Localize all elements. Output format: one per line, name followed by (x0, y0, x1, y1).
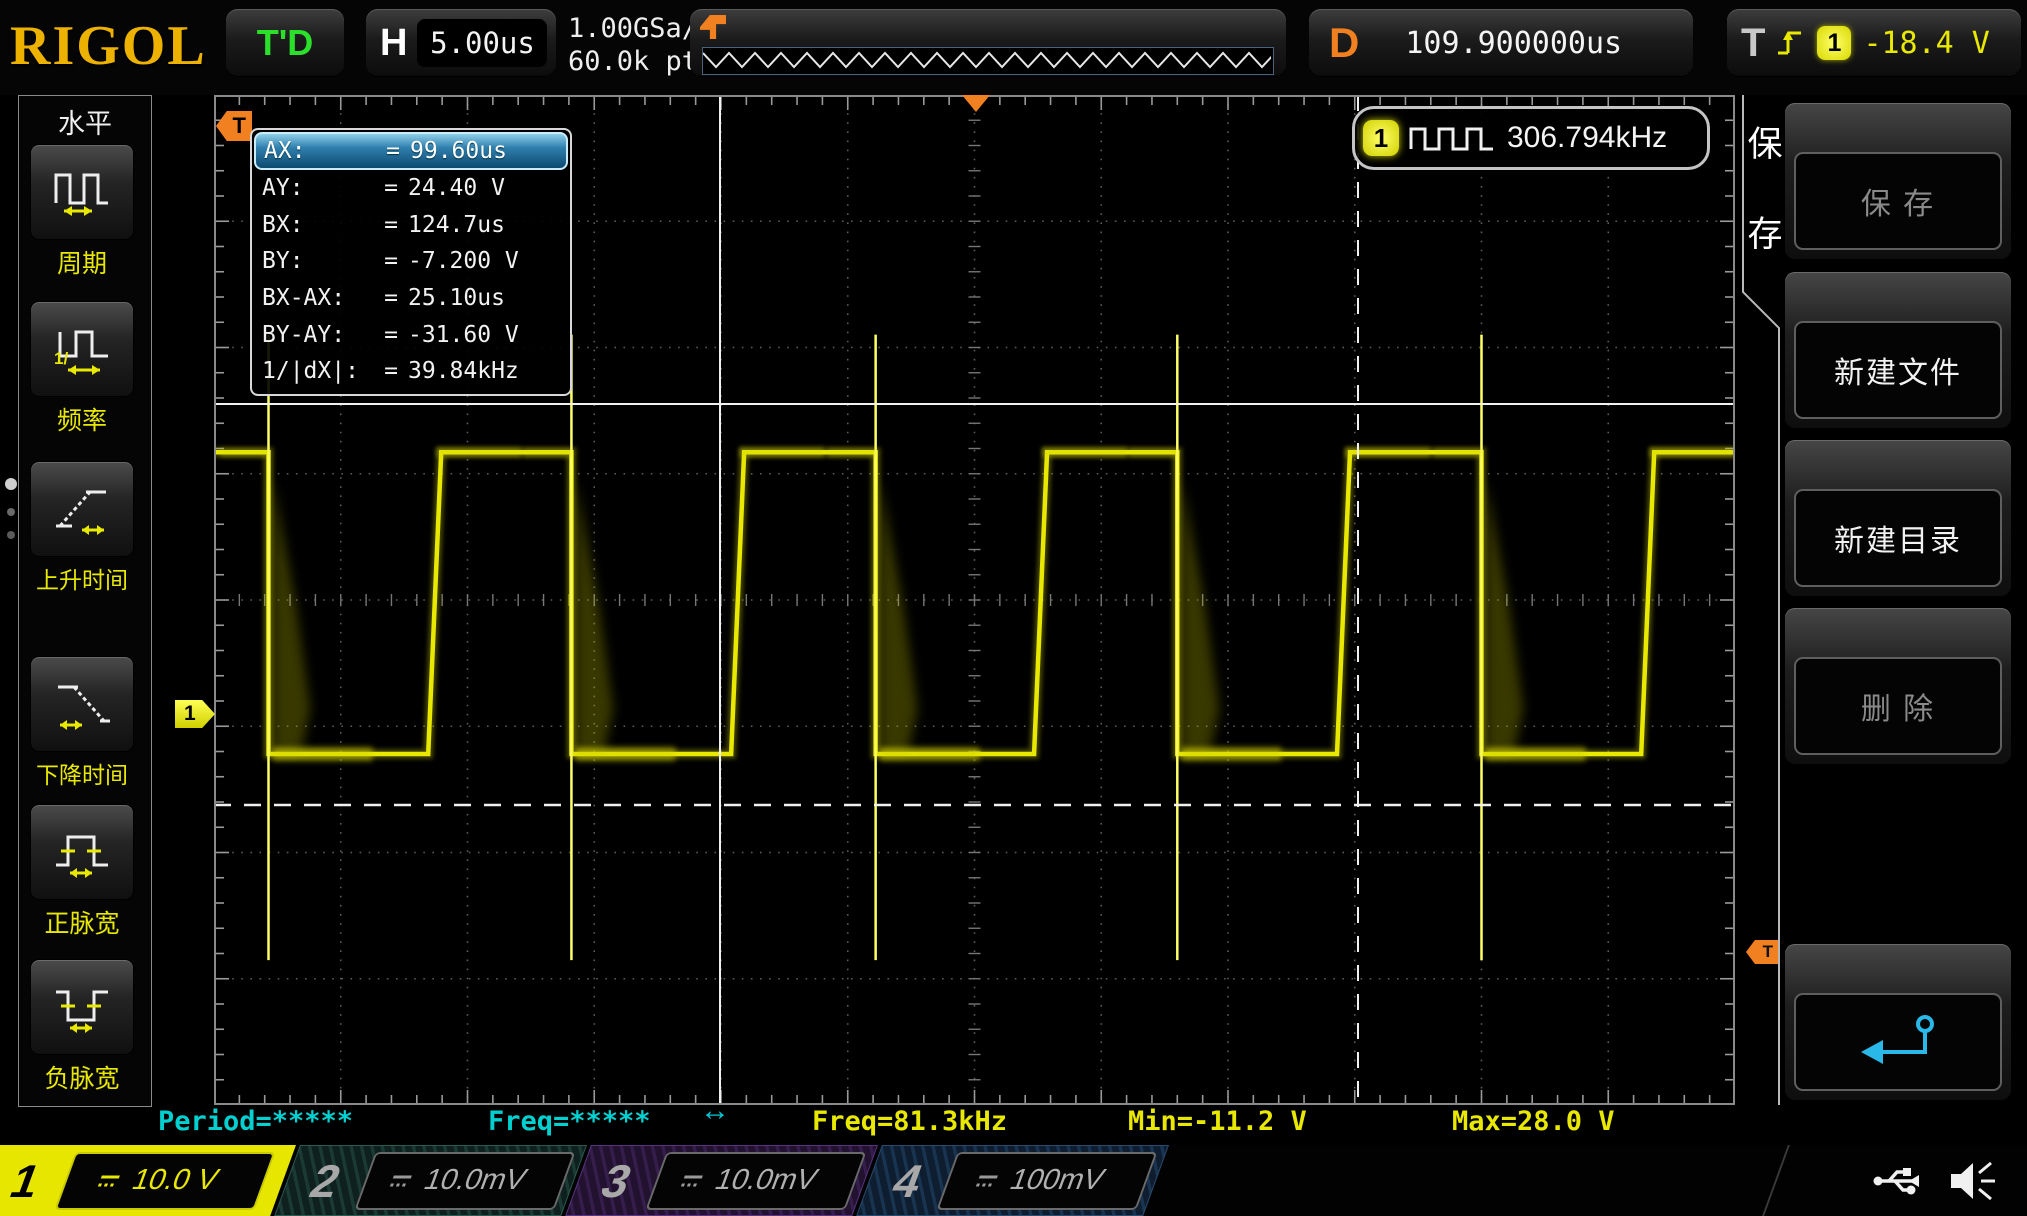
sidebar-item-rise-time[interactable]: 上升时间 (30, 461, 134, 595)
negative-pulse-width-icon (52, 978, 112, 1036)
channel-1-scale-box: 10.0 V (55, 1152, 276, 1210)
channel-3-status[interactable]: 3 10.0mV (565, 1145, 878, 1216)
sidebar-header: 水平 (19, 102, 151, 141)
menu-button-save[interactable]: 保 存 (1785, 103, 2011, 259)
trigger-label: T (1741, 21, 1765, 66)
waveform-overview-strip (702, 47, 1274, 75)
delay-label: D (1329, 19, 1359, 67)
cursor-horizontal-position-icon[interactable]: ↔ (700, 1094, 730, 1128)
channel-1-status[interactable]: 1 10.0 V (0, 1145, 296, 1216)
cursor-row-ay: AY: = 24.40 V (252, 170, 570, 207)
positive-pulse-width-button[interactable] (30, 804, 134, 900)
measurement-max: Max=28.0 V (1452, 1106, 1615, 1137)
status-icons (1873, 1145, 1999, 1216)
measurement-min: Min=-11.2 V (1128, 1106, 1307, 1137)
oscilloscope-screen: RIGOL T'D H 5.00us 1.00GSa/s 60.0k pts D… (0, 0, 2027, 1216)
return-arrow-icon (1853, 1010, 1943, 1074)
delay-value: 109.900000us (1405, 26, 1622, 61)
cursor-row-ax[interactable]: AX: = 99.60us (254, 132, 568, 170)
scroll-dot (7, 508, 15, 516)
cursor-row-bxax: BX-AX: = 25.10us (252, 280, 570, 317)
dc-coupling-icon (972, 1173, 1002, 1189)
period-icon (52, 163, 112, 221)
dc-coupling-icon (386, 1173, 416, 1189)
frequency-icon: 1/ (52, 320, 112, 378)
cursor-row-bx: BX: = 124.7us (252, 207, 570, 244)
channel-status-bar: 1 10.0 V 2 10.0mV 3 (0, 1145, 2027, 1216)
menu-button-new-file[interactable]: 新建文件 (1785, 272, 2011, 428)
menu-button-delete[interactable]: 删 除 (1785, 608, 2011, 764)
sidebar-item-positive-pulse-width[interactable]: 正脉宽 (30, 804, 134, 940)
channel-4-scale-box: 100mV (937, 1152, 1158, 1210)
channel-3-scale-box: 10.0mV (646, 1152, 867, 1210)
sidebar-item-frequency[interactable]: 1/ 频率 (30, 301, 134, 437)
sidebar-item-negative-pulse-width[interactable]: 负脉宽 (30, 959, 134, 1095)
dc-coupling-icon (94, 1173, 124, 1189)
positive-pulse-width-icon (52, 823, 112, 881)
menu-button-new-folder[interactable]: 新建目录 (1785, 440, 2011, 596)
trigger-position-triangle[interactable] (962, 95, 990, 112)
delay-readout-box[interactable]: D 109.900000us (1309, 9, 1693, 77)
sidebar-item-fall-time[interactable]: 下降时间 (30, 656, 134, 790)
cursor-readout-panel: AX: = 99.60us AY: = 24.40 V BX: = 124.7u… (250, 128, 572, 396)
scroll-dot (7, 531, 15, 539)
fall-time-button[interactable] (30, 656, 134, 752)
rise-time-button[interactable] (30, 461, 134, 557)
rigol-logo: RIGOL (10, 14, 207, 78)
overview-zigzag (703, 48, 1271, 72)
channel-4-status[interactable]: 4 100mV (856, 1145, 1169, 1216)
trigger-level-value: -18.4 V (1863, 26, 1989, 61)
counter-frequency-value: 306.794kHz (1507, 121, 1667, 155)
channel1-level-marker[interactable]: 1 (175, 700, 215, 728)
menu-button-back[interactable] (1785, 944, 2011, 1100)
channel1-trace (214, 310, 1735, 985)
period-button[interactable] (30, 144, 134, 240)
rising-edge-icon (1775, 26, 1805, 60)
trigger-source-badge: 1 (1817, 26, 1851, 60)
rise-time-icon (52, 480, 112, 538)
channel-2-status[interactable]: 2 10.0mV (274, 1145, 587, 1216)
svg-text:1/: 1/ (54, 349, 68, 368)
measure-sidebar: 水平 周期 1/ 频率 (18, 95, 152, 1107)
measurement-freq-star: Freq=***** (488, 1106, 651, 1137)
scroll-dot-active (5, 478, 17, 490)
waveform-display-area[interactable]: AX: = 99.60us AY: = 24.40 V BX: = 124.7u… (214, 95, 1735, 1105)
status-separator (1762, 1145, 1790, 1216)
cursor-row-byay: BY-AY: = -31.60 V (252, 316, 570, 353)
usb-icon (1873, 1163, 1931, 1199)
cursor-row-by: BY: = -7.200 V (252, 243, 570, 280)
cursor-row-inv-dx: 1/|dX|: = 39.84kHz (252, 353, 570, 390)
trigger-status-label: T'D (257, 22, 314, 64)
trigger-settings-box[interactable]: T 1 -18.4 V (1727, 9, 2021, 77)
measurement-freq: Freq=81.3kHz (812, 1106, 1007, 1137)
menu-tab-save[interactable]: 保 (1745, 116, 1785, 167)
sidebar-item-period[interactable]: 周期 (30, 144, 134, 280)
counter-source-badge: 1 (1363, 120, 1399, 156)
channel-2-scale-box: 10.0mV (355, 1152, 576, 1210)
beeper-icon (1947, 1159, 1999, 1203)
negative-pulse-width-button[interactable] (30, 959, 134, 1055)
frequency-counter-badge: 1 306.794kHz (1352, 106, 1710, 170)
fall-time-icon (52, 675, 112, 733)
square-wave-icon (1409, 121, 1495, 155)
trigger-status-box[interactable]: T'D (226, 9, 344, 77)
menu-tab-save[interactable]: 存 (1745, 206, 1785, 257)
horizontal-timebase-box[interactable]: H 5.00us (366, 9, 556, 77)
frequency-button[interactable]: 1/ (30, 301, 134, 397)
timebase-value: 5.00us (417, 19, 547, 67)
top-status-bar: RIGOL T'D H 5.00us 1.00GSa/s 60.0k pts D… (0, 0, 2027, 95)
dc-coupling-icon (677, 1173, 707, 1189)
horizontal-label: H (380, 22, 407, 65)
trigger-position-tag-icon (700, 15, 726, 39)
waveform-overview-box[interactable] (690, 9, 1286, 77)
measurement-period: Period=***** (158, 1106, 353, 1137)
